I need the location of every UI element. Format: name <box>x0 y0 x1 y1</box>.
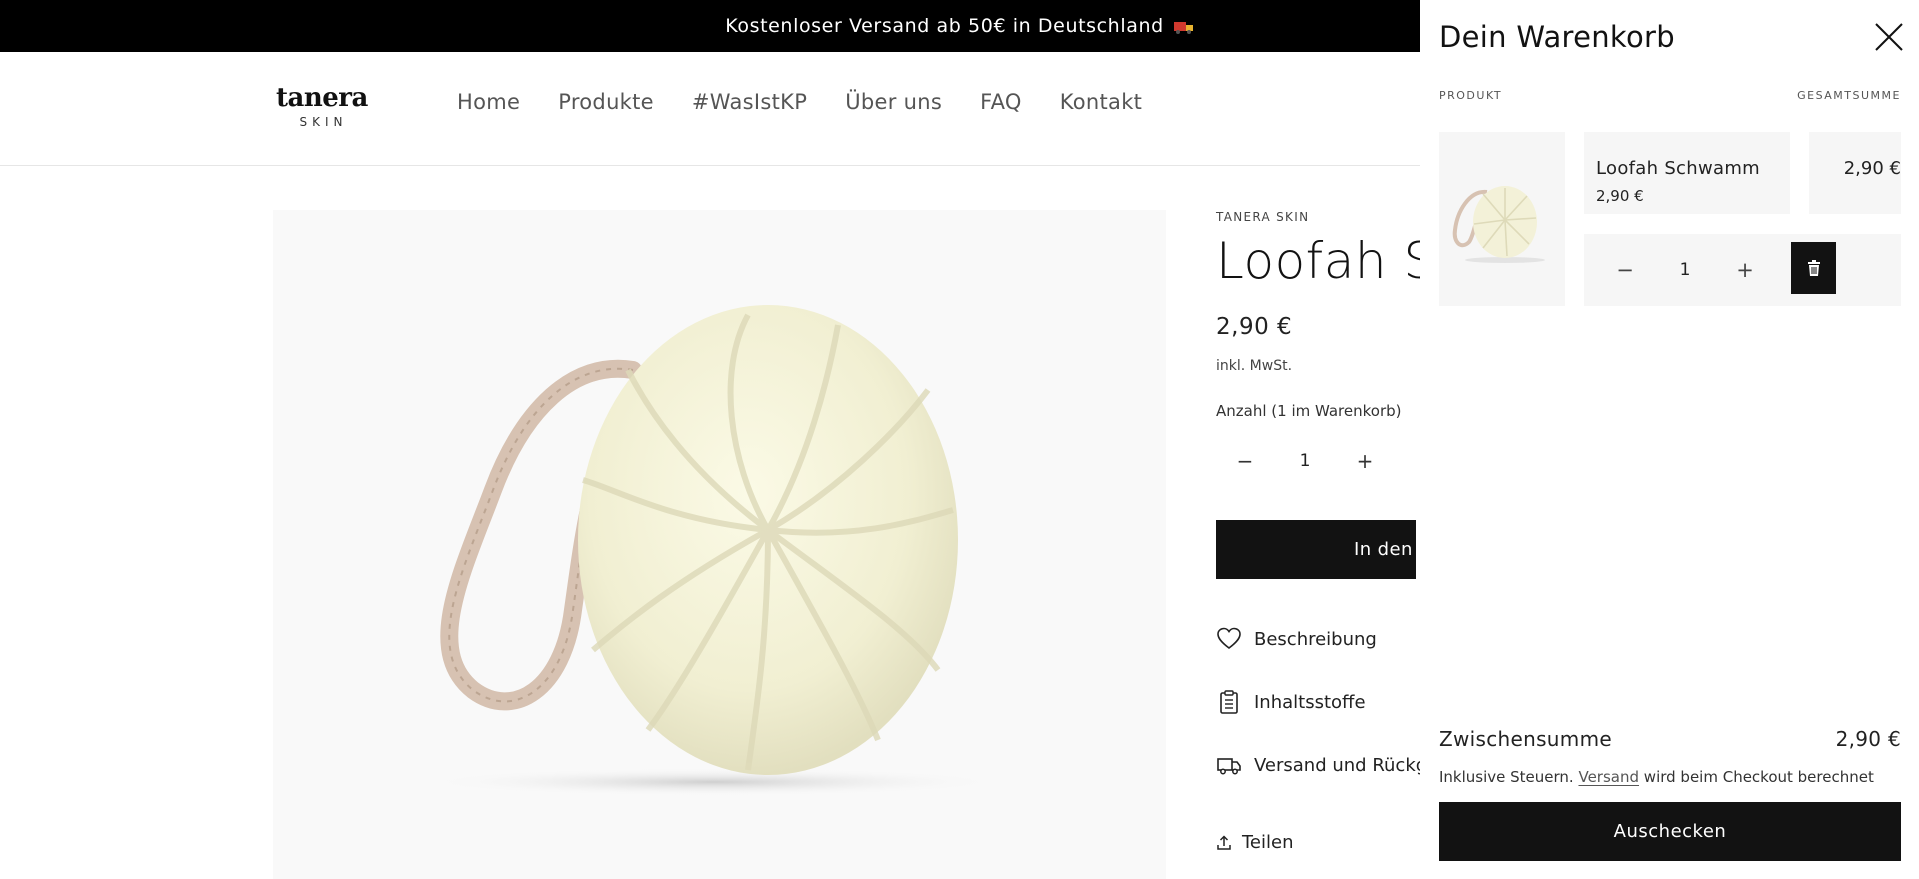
cart-quantity-value[interactable]: 1 <box>1666 260 1704 280</box>
quantity-decrease-button[interactable]: − <box>1216 449 1274 473</box>
share-icon <box>1217 834 1231 850</box>
shipping-link[interactable]: Versand <box>1578 768 1639 786</box>
product-image[interactable] <box>273 210 1166 879</box>
main-nav: Home Produkte #WasIstKP Über uns FAQ Kon… <box>457 90 1142 114</box>
logo-wordmark: tanera <box>276 83 368 113</box>
nav-produkte[interactable]: Produkte <box>558 90 654 114</box>
cart-item-image[interactable] <box>1439 132 1565 306</box>
cart-tax-note: Inklusive Steuern. Versand wird beim Che… <box>1439 768 1874 786</box>
cart-item-total-cell: 2,90 € <box>1809 132 1901 214</box>
nav-home[interactable]: Home <box>457 90 520 114</box>
accordion-beschreibung[interactable]: Beschreibung <box>1216 626 1377 652</box>
logo[interactable]: tanera SKIN <box>276 83 368 129</box>
nav-kontakt[interactable]: Kontakt <box>1060 90 1142 114</box>
nav-wasistkp[interactable]: #WasIstKP <box>692 90 807 114</box>
cart-title: Dein Warenkorb <box>1439 20 1675 54</box>
quantity-label: Anzahl (1 im Warenkorb) <box>1216 402 1402 420</box>
accordion-versand[interactable]: Versand und Rückga <box>1216 752 1438 778</box>
quantity-stepper: − 1 + <box>1216 438 1396 484</box>
close-icon[interactable] <box>1872 20 1906 54</box>
cart-quantity-stepper: − 1 + <box>1584 234 1901 306</box>
cart-item-price: 2,90 € <box>1596 187 1644 205</box>
product-tax-note: inkl. MwSt. <box>1216 358 1293 374</box>
heart-icon <box>1217 627 1241 650</box>
share-button[interactable]: Teilen <box>1216 832 1294 853</box>
nav-faq[interactable]: FAQ <box>980 90 1022 114</box>
accordion-inhaltsstoffe[interactable]: Inhaltsstoffe <box>1216 689 1366 715</box>
checkout-button[interactable]: Auschecken <box>1439 802 1901 861</box>
cart-item-details: Loofah Schwamm 2,90 € <box>1584 132 1790 214</box>
loofah-thumbnail <box>1452 186 1545 263</box>
announcement-text: Kostenloser Versand ab 50€ in Deutschlan… <box>725 15 1164 37</box>
nav-ueber-uns[interactable]: Über uns <box>845 90 942 114</box>
subtotal-value: 2,90 € <box>1835 727 1901 751</box>
clipboard-icon <box>1220 690 1238 714</box>
truck-flag-icon <box>1173 22 1193 34</box>
accordion-label: Versand und Rückga <box>1254 754 1439 776</box>
trash-icon <box>1807 260 1820 276</box>
product-price: 2,90 € <box>1216 314 1293 340</box>
add-to-cart-button[interactable]: In den W <box>1216 520 1416 579</box>
cart-col-product: PRODUKT <box>1439 89 1503 102</box>
truck-icon <box>1217 758 1241 775</box>
cart-col-total: GESAMTSUMME <box>1797 89 1901 102</box>
accordion-label: Beschreibung <box>1254 628 1377 650</box>
cart-item-name[interactable]: Loofah Schwamm <box>1596 158 1790 179</box>
cart-quantity-increase-button[interactable]: + <box>1704 258 1786 282</box>
remove-item-button[interactable] <box>1791 242 1836 294</box>
tax-note-pre: Inklusive Steuern. <box>1439 768 1574 786</box>
logo-sub: SKIN <box>299 115 348 129</box>
cart-subtotal: Zwischensumme 2,90 € <box>1439 727 1901 751</box>
tax-note-post: wird beim Checkout berechnet <box>1643 768 1874 786</box>
product-info: TANERA SKIN <box>1216 210 1416 224</box>
quantity-value[interactable]: 1 <box>1274 451 1336 471</box>
product-vendor: TANERA SKIN <box>1216 210 1310 224</box>
quantity-increase-button[interactable]: + <box>1336 449 1394 473</box>
cart-quantity-decrease-button[interactable]: − <box>1584 258 1666 282</box>
accordion-label: Inhaltsstoffe <box>1254 691 1366 713</box>
cart-drawer: Dein Warenkorb PRODUKT GESAMTSUMME Loofa… <box>1420 0 1919 879</box>
subtotal-label: Zwischensumme <box>1439 727 1612 751</box>
loofah-image <box>423 305 1003 796</box>
share-label: Teilen <box>1242 832 1294 853</box>
cart-item-total: 2,90 € <box>1843 158 1901 179</box>
